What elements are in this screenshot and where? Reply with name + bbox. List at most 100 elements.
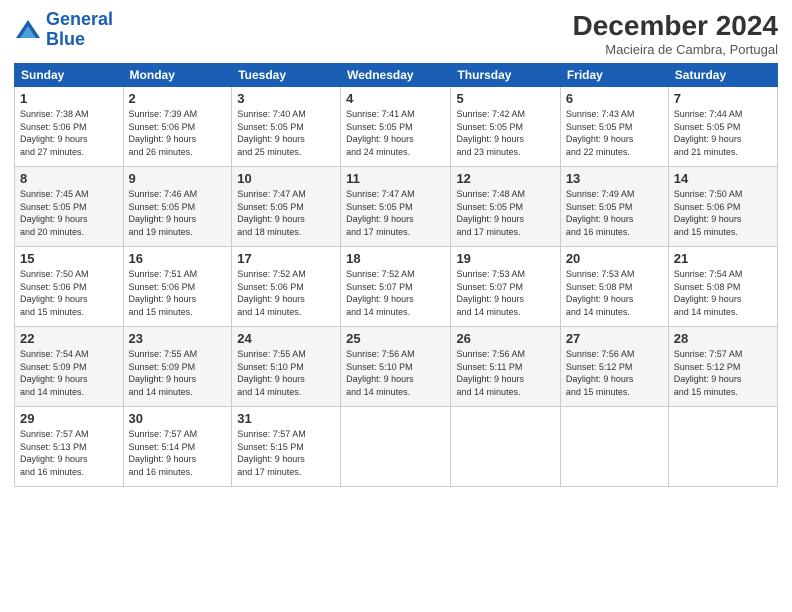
weekday-header-wednesday: Wednesday: [341, 64, 451, 87]
day-number: 1: [20, 91, 118, 106]
day-cell-1: 1 Sunrise: 7:38 AM Sunset: 5:06 PM Daylig…: [15, 87, 124, 167]
day-number: 13: [566, 171, 663, 186]
logo-icon: [14, 16, 42, 44]
day-number: 30: [129, 411, 227, 426]
week-row-5: 29 Sunrise: 7:57 AM Sunset: 5:13 PM Dayli…: [15, 407, 778, 487]
day-info: Sunrise: 7:52 AM Sunset: 5:07 PM Dayligh…: [346, 268, 445, 318]
day-number: 11: [346, 171, 445, 186]
day-cell-14: 14 Sunrise: 7:50 AM Sunset: 5:06 PM Dayli…: [668, 167, 777, 247]
empty-cell: [451, 407, 560, 487]
day-number: 20: [566, 251, 663, 266]
day-cell-7: 7 Sunrise: 7:44 AM Sunset: 5:05 PM Daylig…: [668, 87, 777, 167]
day-number: 16: [129, 251, 227, 266]
weekday-header-friday: Friday: [560, 64, 668, 87]
week-row-1: 1 Sunrise: 7:38 AM Sunset: 5:06 PM Daylig…: [15, 87, 778, 167]
day-number: 5: [456, 91, 554, 106]
day-cell-16: 16 Sunrise: 7:51 AM Sunset: 5:06 PM Dayli…: [123, 247, 232, 327]
day-cell-27: 27Sunrise: 7:56 AM Sunset: 5:12 PM Dayli…: [560, 327, 668, 407]
day-cell-5: 5 Sunrise: 7:42 AM Sunset: 5:05 PM Daylig…: [451, 87, 560, 167]
day-cell-4: 4Sunrise: 7:41 AM Sunset: 5:05 PM Daylig…: [341, 87, 451, 167]
day-number: 3: [237, 91, 335, 106]
day-info: Sunrise: 7:47 AM Sunset: 5:05 PM Dayligh…: [346, 188, 445, 238]
calendar-header: SundayMondayTuesdayWednesdayThursdayFrid…: [15, 64, 778, 87]
day-cell-20: 20 Sunrise: 7:53 AM Sunset: 5:08 PM Dayli…: [560, 247, 668, 327]
month-title: December 2024: [573, 10, 778, 42]
day-info: Sunrise: 7:53 AM Sunset: 5:08 PM Dayligh…: [566, 268, 663, 318]
day-info: Sunrise: 7:55 AM Sunset: 5:10 PM Dayligh…: [237, 348, 335, 398]
logo: General Blue: [14, 10, 113, 50]
day-info: Sunrise: 7:57 AM Sunset: 5:13 PM Dayligh…: [20, 428, 118, 478]
week-row-3: 15Sunrise: 7:50 AM Sunset: 5:06 PM Dayli…: [15, 247, 778, 327]
empty-cell: [560, 407, 668, 487]
day-number: 19: [456, 251, 554, 266]
day-cell-31: 31 Sunrise: 7:57 AM Sunset: 5:15 PM Dayli…: [232, 407, 341, 487]
empty-cell: [668, 407, 777, 487]
day-number: 31: [237, 411, 335, 426]
day-number: 8: [20, 171, 118, 186]
day-info: Sunrise: 7:55 AM Sunset: 5:09 PM Dayligh…: [129, 348, 227, 398]
day-cell-12: 12Sunrise: 7:48 AM Sunset: 5:05 PM Dayli…: [451, 167, 560, 247]
day-number: 7: [674, 91, 772, 106]
empty-cell: [341, 407, 451, 487]
day-cell-29: 29 Sunrise: 7:57 AM Sunset: 5:13 PM Dayli…: [15, 407, 124, 487]
day-info: Sunrise: 7:41 AM Sunset: 5:05 PM Dayligh…: [346, 108, 445, 158]
day-number: 14: [674, 171, 772, 186]
day-number: 26: [456, 331, 554, 346]
header: General Blue December 2024 Macieira de C…: [14, 10, 778, 57]
day-cell-11: 11 Sunrise: 7:47 AM Sunset: 5:05 PM Dayli…: [341, 167, 451, 247]
day-cell-10: 10 Sunrise: 7:47 AM Sunset: 5:05 PM Dayli…: [232, 167, 341, 247]
day-cell-17: 17Sunrise: 7:52 AM Sunset: 5:06 PM Dayli…: [232, 247, 341, 327]
day-info: Sunrise: 7:56 AM Sunset: 5:12 PM Dayligh…: [566, 348, 663, 398]
day-info: Sunrise: 7:39 AM Sunset: 5:06 PM Dayligh…: [129, 108, 227, 158]
day-cell-28: 28Sunrise: 7:57 AM Sunset: 5:12 PM Dayli…: [668, 327, 777, 407]
calendar-body: 1 Sunrise: 7:38 AM Sunset: 5:06 PM Daylig…: [15, 87, 778, 487]
day-info: Sunrise: 7:54 AM Sunset: 5:08 PM Dayligh…: [674, 268, 772, 318]
day-info: Sunrise: 7:50 AM Sunset: 5:06 PM Dayligh…: [674, 188, 772, 238]
day-info: Sunrise: 7:38 AM Sunset: 5:06 PM Dayligh…: [20, 108, 118, 158]
day-number: 6: [566, 91, 663, 106]
day-cell-8: 8 Sunrise: 7:45 AM Sunset: 5:05 PM Daylig…: [15, 167, 124, 247]
day-info: Sunrise: 7:57 AM Sunset: 5:14 PM Dayligh…: [129, 428, 227, 478]
logo-text: General Blue: [46, 10, 113, 50]
day-number: 17: [237, 251, 335, 266]
day-cell-13: 13 Sunrise: 7:49 AM Sunset: 5:05 PM Dayli…: [560, 167, 668, 247]
day-cell-26: 26Sunrise: 7:56 AM Sunset: 5:11 PM Dayli…: [451, 327, 560, 407]
day-number: 10: [237, 171, 335, 186]
weekday-header-thursday: Thursday: [451, 64, 560, 87]
day-info: Sunrise: 7:56 AM Sunset: 5:10 PM Dayligh…: [346, 348, 445, 398]
day-cell-19: 19 Sunrise: 7:53 AM Sunset: 5:07 PM Dayli…: [451, 247, 560, 327]
day-number: 23: [129, 331, 227, 346]
day-info: Sunrise: 7:53 AM Sunset: 5:07 PM Dayligh…: [456, 268, 554, 318]
day-info: Sunrise: 7:42 AM Sunset: 5:05 PM Dayligh…: [456, 108, 554, 158]
day-info: Sunrise: 7:44 AM Sunset: 5:05 PM Dayligh…: [674, 108, 772, 158]
day-cell-15: 15Sunrise: 7:50 AM Sunset: 5:06 PM Dayli…: [15, 247, 124, 327]
day-info: Sunrise: 7:47 AM Sunset: 5:05 PM Dayligh…: [237, 188, 335, 238]
day-number: 15: [20, 251, 118, 266]
day-info: Sunrise: 7:40 AM Sunset: 5:05 PM Dayligh…: [237, 108, 335, 158]
location: Macieira de Cambra, Portugal: [573, 42, 778, 57]
day-number: 9: [129, 171, 227, 186]
title-block: December 2024 Macieira de Cambra, Portug…: [573, 10, 778, 57]
day-info: Sunrise: 7:46 AM Sunset: 5:05 PM Dayligh…: [129, 188, 227, 238]
day-info: Sunrise: 7:45 AM Sunset: 5:05 PM Dayligh…: [20, 188, 118, 238]
weekday-header-monday: Monday: [123, 64, 232, 87]
weekday-header-tuesday: Tuesday: [232, 64, 341, 87]
day-number: 29: [20, 411, 118, 426]
day-cell-18: 18 Sunrise: 7:52 AM Sunset: 5:07 PM Dayli…: [341, 247, 451, 327]
day-number: 22: [20, 331, 118, 346]
day-info: Sunrise: 7:48 AM Sunset: 5:05 PM Dayligh…: [456, 188, 554, 238]
day-cell-3: 3 Sunrise: 7:40 AM Sunset: 5:05 PM Daylig…: [232, 87, 341, 167]
day-info: Sunrise: 7:43 AM Sunset: 5:05 PM Dayligh…: [566, 108, 663, 158]
day-cell-22: 22 Sunrise: 7:54 AM Sunset: 5:09 PM Dayli…: [15, 327, 124, 407]
calendar-container: General Blue December 2024 Macieira de C…: [0, 0, 792, 612]
day-info: Sunrise: 7:51 AM Sunset: 5:06 PM Dayligh…: [129, 268, 227, 318]
day-info: Sunrise: 7:49 AM Sunset: 5:05 PM Dayligh…: [566, 188, 663, 238]
day-cell-21: 21Sunrise: 7:54 AM Sunset: 5:08 PM Dayli…: [668, 247, 777, 327]
calendar-table: SundayMondayTuesdayWednesdayThursdayFrid…: [14, 63, 778, 487]
day-number: 18: [346, 251, 445, 266]
weekday-header-saturday: Saturday: [668, 64, 777, 87]
day-cell-24: 24Sunrise: 7:55 AM Sunset: 5:10 PM Dayli…: [232, 327, 341, 407]
day-info: Sunrise: 7:54 AM Sunset: 5:09 PM Dayligh…: [20, 348, 118, 398]
day-info: Sunrise: 7:57 AM Sunset: 5:15 PM Dayligh…: [237, 428, 335, 478]
day-cell-25: 25Sunrise: 7:56 AM Sunset: 5:10 PM Dayli…: [341, 327, 451, 407]
